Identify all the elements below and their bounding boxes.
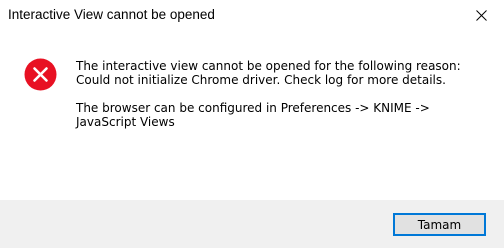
- error-reason-detail: Could not initialize Chrome driver. Chec…: [76, 73, 446, 87]
- error-icon: [24, 58, 57, 91]
- close-button[interactable]: [458, 0, 504, 31]
- error-dialog: Interactive View cannot be opened The in…: [0, 0, 504, 248]
- dialog-content: The interactive view cannot be opened fo…: [0, 31, 504, 200]
- title-bar: Interactive View cannot be opened: [0, 0, 504, 31]
- window-title: Interactive View cannot be opened: [8, 7, 215, 22]
- button-bar: Tamam: [0, 200, 504, 248]
- error-reason-intro: The interactive view cannot be opened fo…: [76, 59, 461, 73]
- close-icon: [475, 10, 487, 21]
- ok-button[interactable]: Tamam: [393, 213, 486, 236]
- error-message: The interactive view cannot be opened fo…: [76, 59, 486, 129]
- configuration-hint: The browser can be configured in Prefere…: [76, 101, 430, 129]
